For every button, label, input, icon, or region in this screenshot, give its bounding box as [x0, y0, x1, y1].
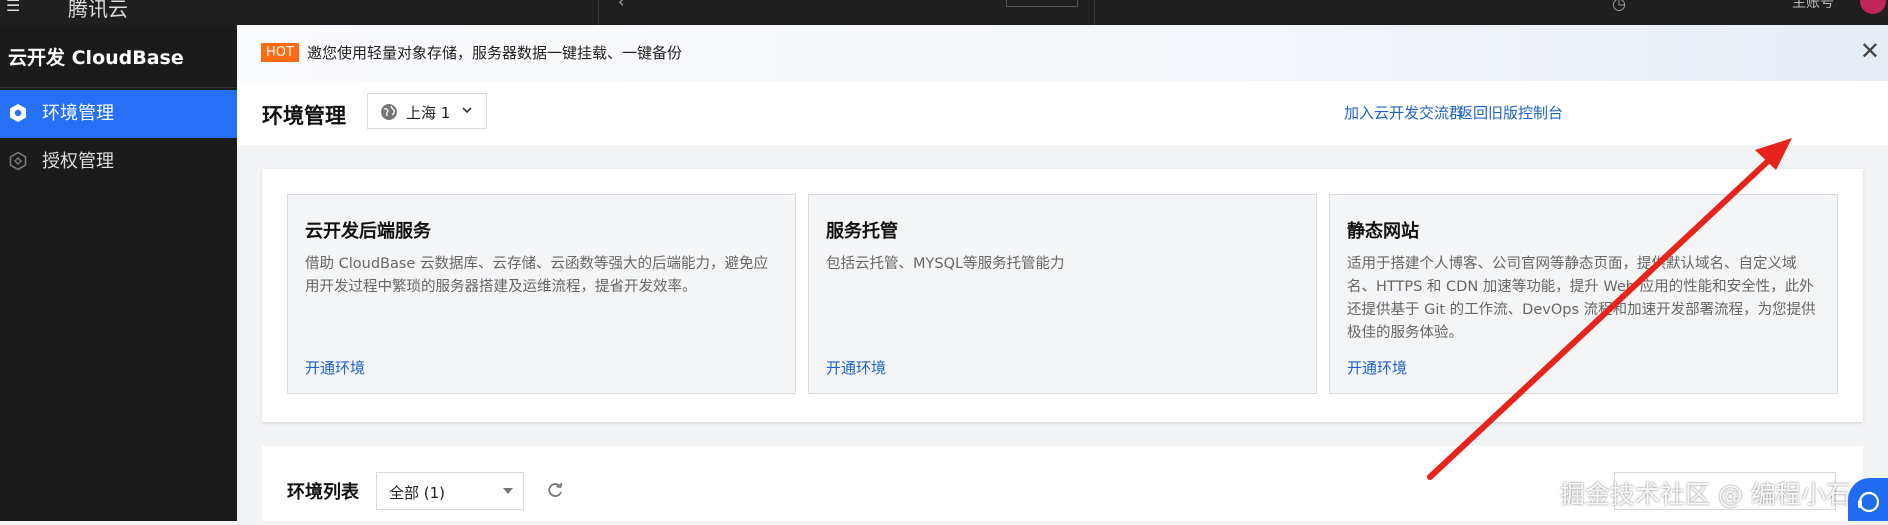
chevron-down-icon [462, 107, 472, 114]
card-title: 服务托管 [826, 221, 898, 242]
caret-down-icon [503, 488, 513, 494]
help-button[interactable] [1848, 478, 1888, 521]
promo-banner: HOT 邀您使用轻量对象存储，服务器数据一键挂载、一键备份 ✕ [237, 25, 1888, 81]
region-label: 上海 1 [406, 104, 451, 122]
sidebar-item-label: 授权管理 [42, 151, 114, 172]
globe-icon [381, 104, 397, 120]
service-card-backend: 云开发后端服务 借助 CloudBase 云数据库、云存储、云函数等强大的后端能… [287, 194, 796, 394]
card-title: 云开发后端服务 [305, 221, 431, 242]
hexagon-icon [10, 104, 26, 122]
close-icon[interactable]: ✕ [1860, 38, 1880, 64]
card-description: 适用于搭建个人博客、公司官网等静态页面，提供默认域名、自定义域名、HTTPS 和… [1347, 256, 1816, 341]
avatar[interactable] [1860, 0, 1886, 14]
notification-icon[interactable]: ◷ [1612, 0, 1626, 13]
sidebar-item-env-management[interactable]: 环境管理 [0, 90, 237, 138]
region-select[interactable]: 上海 1 [367, 93, 487, 129]
search-box[interactable] [1006, 0, 1078, 7]
divider [1094, 0, 1095, 25]
watermark: 掘金技术社区 @ 编程小石头 [1560, 480, 1876, 509]
page-title: 环境管理 [262, 104, 346, 128]
env-list-title: 环境列表 [287, 482, 359, 503]
refresh-icon[interactable] [545, 480, 565, 500]
top-bar: ☰ 腾讯云 ‹ ◷ 主账号 [0, 0, 1888, 25]
banner-text[interactable]: 邀您使用轻量对象存储，服务器数据一键挂载、一键备份 [307, 43, 682, 63]
menu-icon[interactable]: ☰ [6, 0, 20, 14]
card-description: 包括云托管、MYSQL等服务托管能力 [826, 256, 1065, 272]
old-console-link[interactable]: 返回旧版控制台 [1458, 102, 1563, 123]
service-card-hosting: 服务托管 包括云托管、MYSQL等服务托管能力 开通环境 [808, 194, 1317, 394]
filter-label: 全部 (1) [389, 484, 446, 502]
open-env-link[interactable]: 开通环境 [1347, 357, 1407, 378]
page-header: 环境管理 上海 1 加入云开发交流群 返回旧版控制台 [237, 81, 1888, 145]
account-label[interactable]: 主账号 [1792, 0, 1834, 12]
divider [598, 0, 599, 25]
chevron-left-icon[interactable]: ‹ [618, 0, 624, 11]
divider [0, 87, 237, 88]
sidebar: 云开发 CloudBase 环境管理 授权管理 [0, 25, 237, 521]
env-filter-select[interactable]: 全部 (1) [376, 472, 524, 510]
card-title: 静态网站 [1347, 221, 1419, 242]
service-card-static-site: 静态网站 适用于搭建个人博客、公司官网等静态页面，提供默认域名、自定义域名、HT… [1329, 194, 1838, 394]
sidebar-item-label: 环境管理 [42, 103, 114, 124]
open-env-link[interactable]: 开通环境 [826, 357, 886, 378]
join-group-link[interactable]: 加入云开发交流群 [1344, 102, 1464, 123]
auth-icon [9, 151, 27, 171]
logo[interactable]: 腾讯云 [68, 0, 128, 22]
open-env-link[interactable]: 开通环境 [305, 357, 365, 378]
sidebar-item-auth-management[interactable]: 授权管理 [0, 138, 237, 186]
card-description: 借助 CloudBase 云数据库、云存储、云函数等强大的后端能力，避免应用开发… [305, 256, 768, 295]
headset-icon [1858, 491, 1880, 513]
sidebar-brand: 云开发 CloudBase [8, 47, 184, 69]
hot-badge: HOT [261, 43, 299, 62]
services-panel: 云开发后端服务 借助 CloudBase 云数据库、云存储、云函数等强大的后端能… [262, 169, 1863, 422]
